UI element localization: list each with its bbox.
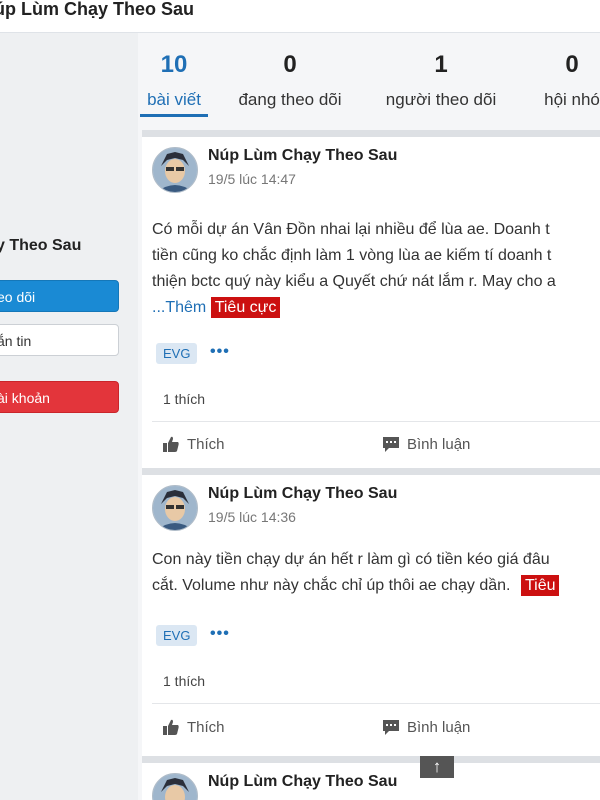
thumbs-up-icon [163,436,179,452]
follow-button[interactable]: eo dõi [0,280,119,312]
post-line: cắt. Volume như này chắc chỉ úp thôi ae … [152,577,511,594]
post-author[interactable]: Núp Lùm Chạy Theo Sau [208,147,397,165]
divider [152,421,600,422]
post-card: Núp Lùm Chạy Theo Sau 19/5 lúc 14:36 Con… [142,468,600,756]
avatar-image [153,486,197,530]
posts-label: bài viết [147,90,201,109]
active-tab-indicator [140,114,208,117]
like-button[interactable]: Thích [162,718,225,736]
followers-count: 1 [434,51,448,78]
following-count: 0 [283,51,297,78]
post-card: Núp Lùm Chạy Theo Sau [142,756,600,800]
comment-button[interactable]: Bình luận [382,435,470,453]
post-author[interactable]: Núp Lùm Chạy Theo Sau [208,485,397,503]
following-label: đang theo dõi [238,90,342,109]
post-line: thiện bctc quý này kiểu a Quyết chứ nát … [152,273,556,290]
sentiment-badge: Tiêu [520,575,560,596]
like-label: Thích [187,718,225,736]
post-content: Con này tiền chạy dự án hết r làm gì có … [152,547,600,599]
profile-name: y Theo Sau [0,237,82,254]
post-content: Có mỗi dự án Vân Đồn nhai lại nhiều để l… [152,217,600,321]
sentiment-badge: Tiêu cực [210,297,281,318]
tab-posts[interactable]: 10 bài viết [140,40,208,117]
more-tags-button[interactable]: ••• [210,343,230,361]
avatar-image [153,774,197,800]
account-button[interactable]: ài khoản [0,381,119,413]
like-count[interactable]: 1 thích [163,391,205,407]
tab-following[interactable]: 0 đang theo dõi [230,40,350,110]
tab-groups[interactable]: 0 hội nhó [530,40,600,110]
comment-button[interactable]: Bình luận [382,718,470,736]
post-line: tiền cũng ko chắc định làm 1 vòng lùa ae… [152,247,552,264]
stock-tag[interactable]: EVG [156,343,198,364]
profile-sidebar [0,33,138,800]
comment-icon [383,720,399,735]
avatar[interactable] [152,773,198,800]
message-button[interactable]: ắn tin [0,324,119,356]
post-card: Núp Lùm Chạy Theo Sau 19/5 lúc 14:47 Có … [142,130,600,468]
groups-count: 0 [565,51,579,78]
post-author[interactable]: Núp Lùm Chạy Theo Sau [208,773,397,791]
page-title: úp Lùm Chạy Theo Sau [0,0,195,19]
thumbs-up-icon [163,719,179,735]
comment-label: Bình luận [407,435,471,453]
comment-label: Bình luận [407,718,471,736]
more-tags-button[interactable]: ••• [210,625,230,643]
followers-label: người theo dõi [385,90,497,109]
top-bar: úp Lùm Chạy Theo Sau [0,0,600,33]
comment-icon [383,437,399,452]
post-line: Có mỗi dự án Vân Đồn nhai lại nhiều để l… [152,221,550,238]
divider [152,703,600,704]
tab-followers[interactable]: 1 người theo dõi [376,40,506,110]
post-line: Con này tiền chạy dự án hết r làm gì có … [152,551,550,568]
post-time: 19/5 lúc 14:36 [208,509,296,525]
like-label: Thích [187,435,225,453]
scroll-to-top-button[interactable]: ↑ [420,756,454,778]
like-count[interactable]: 1 thích [163,673,205,689]
post-time: 19/5 lúc 14:47 [208,171,296,187]
like-button[interactable]: Thích [162,435,225,453]
read-more-link[interactable]: ...Thêm [152,299,206,316]
stock-tag[interactable]: EVG [156,625,198,646]
post-feed: Núp Lùm Chạy Theo Sau 19/5 lúc 14:47 Có … [142,130,600,800]
profile-stats: 10 bài viết 0 đang theo dõi 1 người theo… [140,40,600,120]
groups-label: hội nhó [544,90,600,109]
avatar[interactable] [152,147,198,193]
avatar-image [153,148,197,192]
posts-count: 10 [160,51,188,78]
avatar[interactable] [152,485,198,531]
